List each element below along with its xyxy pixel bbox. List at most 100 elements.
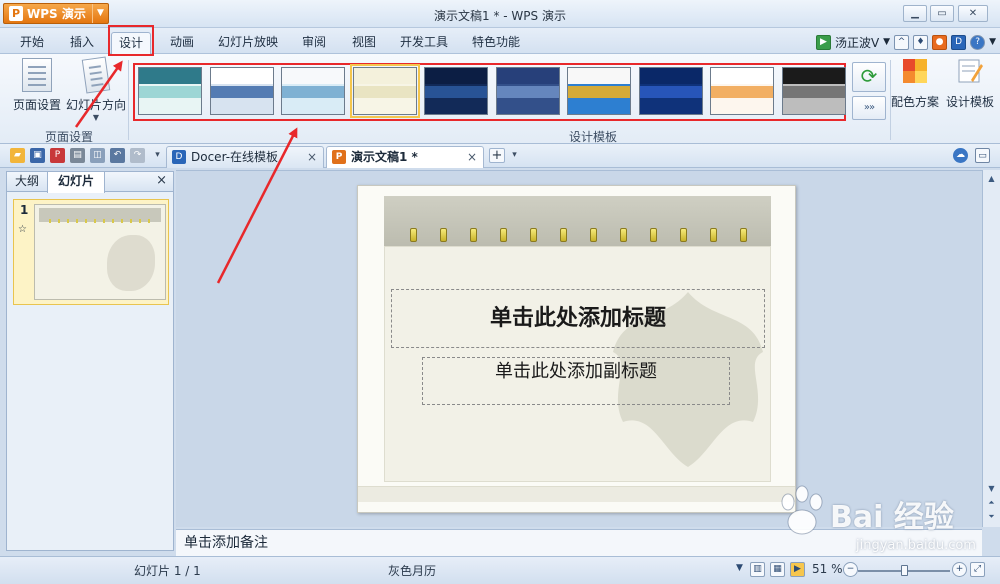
design-template-thumbnail[interactable] [281,67,345,115]
theme-name: 灰色月历 [388,564,437,578]
page-setup-button[interactable]: 页面设置 [12,58,62,113]
thumbnail-top-band [211,68,273,84]
skin-icon[interactable]: ♦ [913,34,929,50]
help-icon[interactable]: ? [970,34,986,50]
refresh-templates-button[interactable]: ⟳ [852,62,886,92]
more-templates-button[interactable]: »» [852,96,886,120]
close-pane-icon[interactable]: × [156,173,167,188]
refresh-icon: ⟳ [860,64,878,88]
close-tab-icon[interactable]: × [467,147,477,167]
design-template-thumbnail[interactable] [496,67,560,115]
doc-tab-docer[interactable]: D Docer-在线模板 × [166,146,324,168]
close-window-button[interactable]: ✕ [958,5,988,22]
slideshow-icon[interactable]: ▶ [790,562,805,577]
slide-orientation-button[interactable]: 幻灯片方向 ▼ [66,56,126,122]
slide-sorter-icon[interactable]: ▦ [770,562,785,577]
thumbnail-top-band [711,68,773,84]
export-pdf-icon[interactable]: P [50,148,65,163]
slide-orientation-icon [81,56,111,94]
menu-tab-bar: 开始 插入 设计 动画 幻灯片放映 审阅 视图 开发工具 特色功能 ▶ 汤正波V… [0,28,1000,54]
chevron-down-icon[interactable]: ▼ [989,37,996,47]
slide-thumbnail-1[interactable]: 1 ☆ [13,199,169,305]
fit-window-icon[interactable]: ⤢ [970,562,985,577]
design-template-thumbnail[interactable] [424,67,488,115]
open-folder-icon[interactable]: ▰ [10,148,25,163]
design-template-thumbnail[interactable] [138,67,202,115]
page-setup-label: 页面设置 [12,98,61,112]
maximize-button[interactable]: ▭ [930,5,954,22]
tab-animation[interactable]: 动画 [162,32,202,54]
calendar-ring [530,228,537,242]
scroll-up-icon[interactable]: ▲ [985,172,998,185]
tab-insert[interactable]: 插入 [62,32,102,54]
thumbnail-mid-band [354,86,416,98]
chevron-down-icon[interactable]: ▼ [883,37,890,47]
close-tab-icon[interactable]: × [307,147,317,167]
window-layout-icon[interactable]: ▭ [975,148,990,163]
design-template-thumbnail[interactable] [782,67,846,115]
user-avatar-icon[interactable]: ▶ [815,34,831,50]
calendar-ring [620,228,627,242]
calendar-ring [560,228,567,242]
zoom-slider[interactable] [858,565,950,576]
color-wheel-icon[interactable]: ● [932,34,948,50]
customize-toolbar-icon[interactable]: ▾ [150,148,165,163]
zoom-out-icon[interactable]: − [843,562,858,577]
tab-start[interactable]: 开始 [12,32,52,54]
tab-design[interactable]: 设计 [111,32,151,54]
title-placeholder[interactable]: 单击此处添加标题 [391,289,765,348]
tab-developer[interactable]: 开发工具 [394,32,454,54]
doc-tab-label: 演示文稿1 * [351,150,418,164]
zoom-in-icon[interactable]: + [952,562,967,577]
redo-icon[interactable]: ↷ [130,148,145,163]
previous-slide-icon[interactable]: ⏶ [985,496,998,509]
wps-app-menu-button[interactable]: P WPS 演示 ▼ [3,3,109,24]
next-slide-icon[interactable]: ⏷ [985,510,998,523]
slide-footer-band [358,486,795,502]
vertical-scrollbar[interactable]: ▲ ▼ ⏶ ⏷ [982,170,1000,527]
minimize-button[interactable]: ▁ [903,5,927,22]
tab-review[interactable]: 审阅 [294,32,334,54]
slide-mini-preview [34,204,166,300]
tab-features[interactable]: 特色功能 [464,32,528,54]
doc-tab-presentation[interactable]: P 演示文稿1 * × [326,146,484,168]
thumbnail-mid-band [139,86,201,98]
user-area: ▶ 汤正波V ▼ ^ ♦ ● D ? ▼ [815,32,996,52]
zoom-level: 51 % [812,562,843,576]
new-tab-icon[interactable]: + [489,148,505,163]
notes-pane[interactable]: 单击添加备注 [176,529,982,556]
zoom-slider-handle[interactable] [901,565,908,576]
scroll-down-icon[interactable]: ▼ [985,482,998,495]
print-icon[interactable]: ▤ [70,148,85,163]
design-template-thumbnail[interactable] [350,64,420,118]
subtitle-placeholder[interactable]: 单击此处添加副标题 [422,357,730,405]
page-group-label: 页面设置 [44,130,93,144]
docer-icon[interactable]: D [951,34,967,50]
tab-outline[interactable]: 大纲 [7,172,47,192]
color-scheme-button[interactable]: 配色方案 [890,58,940,110]
calendar-ring [590,228,597,242]
chevron-down-icon[interactable]: ▼ [732,562,747,577]
tab-slides[interactable]: 幻灯片 [47,172,105,193]
design-template-button[interactable]: 设计模板 [942,58,998,110]
thumbnail-mid-band [497,86,559,98]
design-template-thumbnail[interactable] [639,67,703,115]
chevron-down-icon[interactable]: ▾ [507,148,522,163]
design-template-thumbnail[interactable] [710,67,774,115]
design-template-label: 设计模板 [945,95,994,109]
normal-view-icon[interactable]: ▥ [750,562,765,577]
undo-icon[interactable]: ↶ [110,148,125,163]
print-preview-icon[interactable]: ◫ [90,148,105,163]
cloud-icon[interactable]: ☁ [953,148,968,163]
design-template-icon [958,59,983,83]
save-icon[interactable]: ▣ [30,148,45,163]
collapse-ribbon-icon[interactable]: ^ [894,34,910,50]
design-template-thumbnail[interactable] [210,67,274,115]
design-template-thumbnail[interactable] [567,67,631,115]
chevron-down-icon[interactable]: ▼ [92,4,108,23]
slide-1[interactable]: 单击此处添加标题 单击此处添加副标题 [357,185,796,513]
user-name[interactable]: 汤正波V [835,34,879,51]
tab-slideshow[interactable]: 幻灯片放映 [212,32,284,54]
tab-view[interactable]: 视图 [344,32,384,54]
chevron-down-icon[interactable]: ▼ [66,113,126,122]
